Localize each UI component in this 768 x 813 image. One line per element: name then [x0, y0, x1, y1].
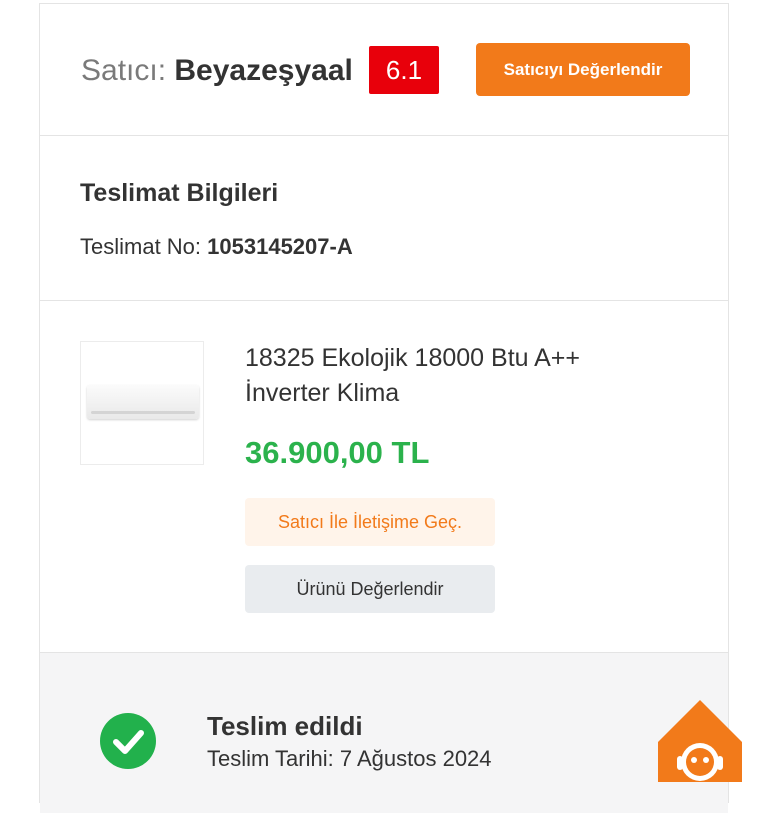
seller-name[interactable]: Beyazeşyaal — [174, 54, 352, 87]
delivery-number-value: 1053145207-A — [207, 234, 353, 259]
contact-seller-button[interactable]: Satıcı İle İletişime Geç. — [245, 498, 495, 546]
delivery-number: Teslimat No: 1053145207-A — [80, 234, 353, 260]
status-title: Teslim edildi — [207, 711, 363, 741]
seller-rating-badge: 6.1 — [369, 46, 439, 94]
order-detail-card: Satıcı: Beyazeşyaal 6.1 Satıcıyı Değerle… — [39, 3, 729, 813]
check-circle-icon — [100, 713, 156, 769]
product-section: 18325 Ekolojik 18000 Btu A++ İnverter Kl… — [40, 301, 728, 653]
seller-label: Satıcı: — [81, 54, 175, 87]
rate-product-button[interactable]: Ürünü Değerlendir — [245, 565, 495, 613]
seller-info: Satıcı: Beyazeşyaal — [81, 53, 353, 89]
delivery-number-label: Teslimat No: — [80, 234, 208, 259]
air-conditioner-image — [87, 385, 199, 419]
delivery-info-title: Teslimat Bilgileri — [80, 179, 279, 207]
seller-section: Satıcı: Beyazeşyaal 6.1 Satıcıyı Değerle… — [40, 4, 728, 136]
product-price: 36.900,00 TL — [245, 435, 430, 470]
delivery-date: Teslim Tarihi: 7 Ağustos 2024 — [207, 746, 492, 771]
assistant-robot-icon[interactable] — [658, 698, 742, 782]
rate-seller-button[interactable]: Satıcıyı Değerlendir — [476, 43, 690, 96]
product-image[interactable] — [80, 341, 204, 465]
product-title[interactable]: 18325 Ekolojik 18000 Btu A++ İnverter Kl… — [245, 341, 665, 411]
delivery-status-section: Teslim edildi Teslim Tarihi: 7 Ağustos 2… — [40, 653, 728, 813]
delivery-info-section: Teslimat Bilgileri Teslimat No: 10531452… — [40, 136, 728, 301]
